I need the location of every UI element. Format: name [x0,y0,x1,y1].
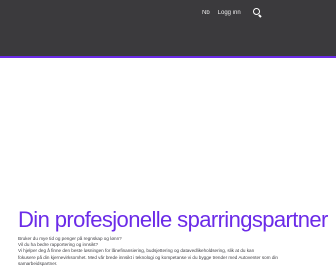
hero-title: Din profesjonelle sparringspartner [18,207,328,232]
navigation-menu: Nb Logg inn [202,8,262,17]
hero-section: Din profesjonelle sparringspartner Bruke… [18,208,328,267]
top-navigation-bar: Nb Logg inn [0,0,336,56]
description-line-5: samarbeidspartner. [18,260,58,266]
nav-link-nb[interactable]: Nb [202,9,210,17]
accent-divider [0,56,336,58]
page: Nb Logg inn Din profesjonelle sparringsp… [0,0,336,280]
nav-link-logg-inn[interactable]: Logg inn [218,9,241,17]
hero-description: Bruker du mye tid og penger på regnskap … [18,236,328,267]
search-icon[interactable] [252,8,262,17]
